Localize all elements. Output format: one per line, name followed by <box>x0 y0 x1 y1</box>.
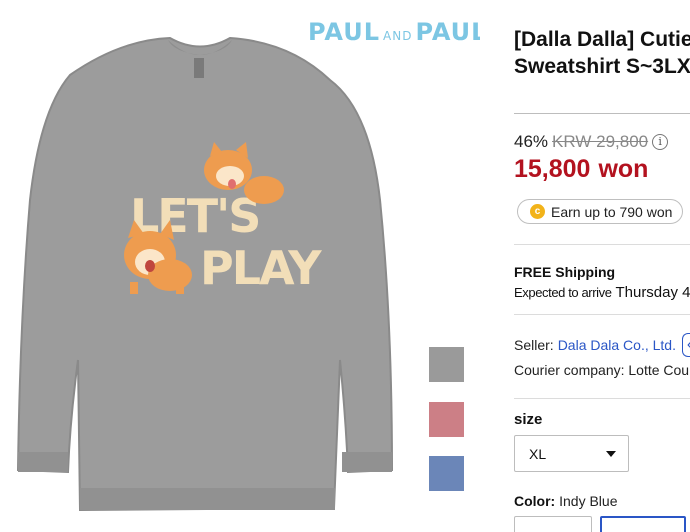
seller-row: Seller: Dala Dala Co., Ltd. ‹ <box>514 333 690 357</box>
shipping-expected: Expected to arrive Thursday 4, <box>514 284 690 301</box>
color-selection-label: Color: Indy Blue <box>514 493 617 509</box>
reward-points-label: Earn up to 790 won <box>551 203 673 220</box>
seller-label: Seller: <box>514 337 554 353</box>
color-option[interactable] <box>514 516 592 532</box>
color-selected-value: Indy Blue <box>559 493 618 509</box>
price-original-row: 46% KRW 29,800 i <box>514 132 669 152</box>
product-main-image[interactable]: LET'S PLAY <box>0 0 430 532</box>
divider <box>514 398 690 399</box>
product-image-area: PAUL AND PAUL LET'S PLAY <box>0 0 480 532</box>
color-swatch-blue[interactable] <box>429 456 464 491</box>
courier-info: Courier company: Lotte Courier <box>514 362 690 378</box>
color-label: Color: <box>514 493 556 509</box>
discount-rate: 46% <box>514 132 549 151</box>
product-title-line2: Sweatshirt S~3LX <box>514 55 690 78</box>
current-price-value: 15,800 <box>514 155 591 183</box>
current-price: 15,800 won <box>514 155 648 184</box>
size-selected-value: XL <box>529 445 547 462</box>
chevron-left-icon[interactable]: ‹ <box>681 333 690 357</box>
divider <box>514 244 690 245</box>
shipping-title: FREE Shipping <box>514 264 616 280</box>
coin-icon: c <box>530 204 545 219</box>
product-title-line1: [Dalla Dalla] Cutie <box>514 28 690 51</box>
size-select[interactable]: XL <box>514 435 629 472</box>
current-price-unit: won <box>598 155 649 183</box>
seller-link[interactable]: Dala Dala Co., Ltd. <box>558 337 676 353</box>
product-title: [Dalla Dalla] Cutie Sweatshirt S~3LX <box>514 26 690 80</box>
color-swatch-rose[interactable] <box>429 402 464 437</box>
reward-points-badge[interactable]: c Earn up to 790 won <box>517 199 684 224</box>
size-label: size <box>514 411 543 428</box>
divider <box>514 113 690 114</box>
product-info-panel: [Dalla Dalla] Cutie Sweatshirt S~3LX 46%… <box>514 0 690 532</box>
color-swatch-gray[interactable] <box>429 347 464 382</box>
chevron-down-icon <box>606 450 616 457</box>
shipping-expected-label: Expected to arrive <box>514 285 612 300</box>
original-price: KRW 29,800 <box>552 132 649 151</box>
shipping-expected-date: Thursday 4, <box>615 284 690 301</box>
divider <box>514 314 690 315</box>
artwork-text-play: PLAY <box>200 241 322 295</box>
info-icon[interactable]: i <box>652 134 669 150</box>
color-option-selected[interactable] <box>600 516 686 532</box>
